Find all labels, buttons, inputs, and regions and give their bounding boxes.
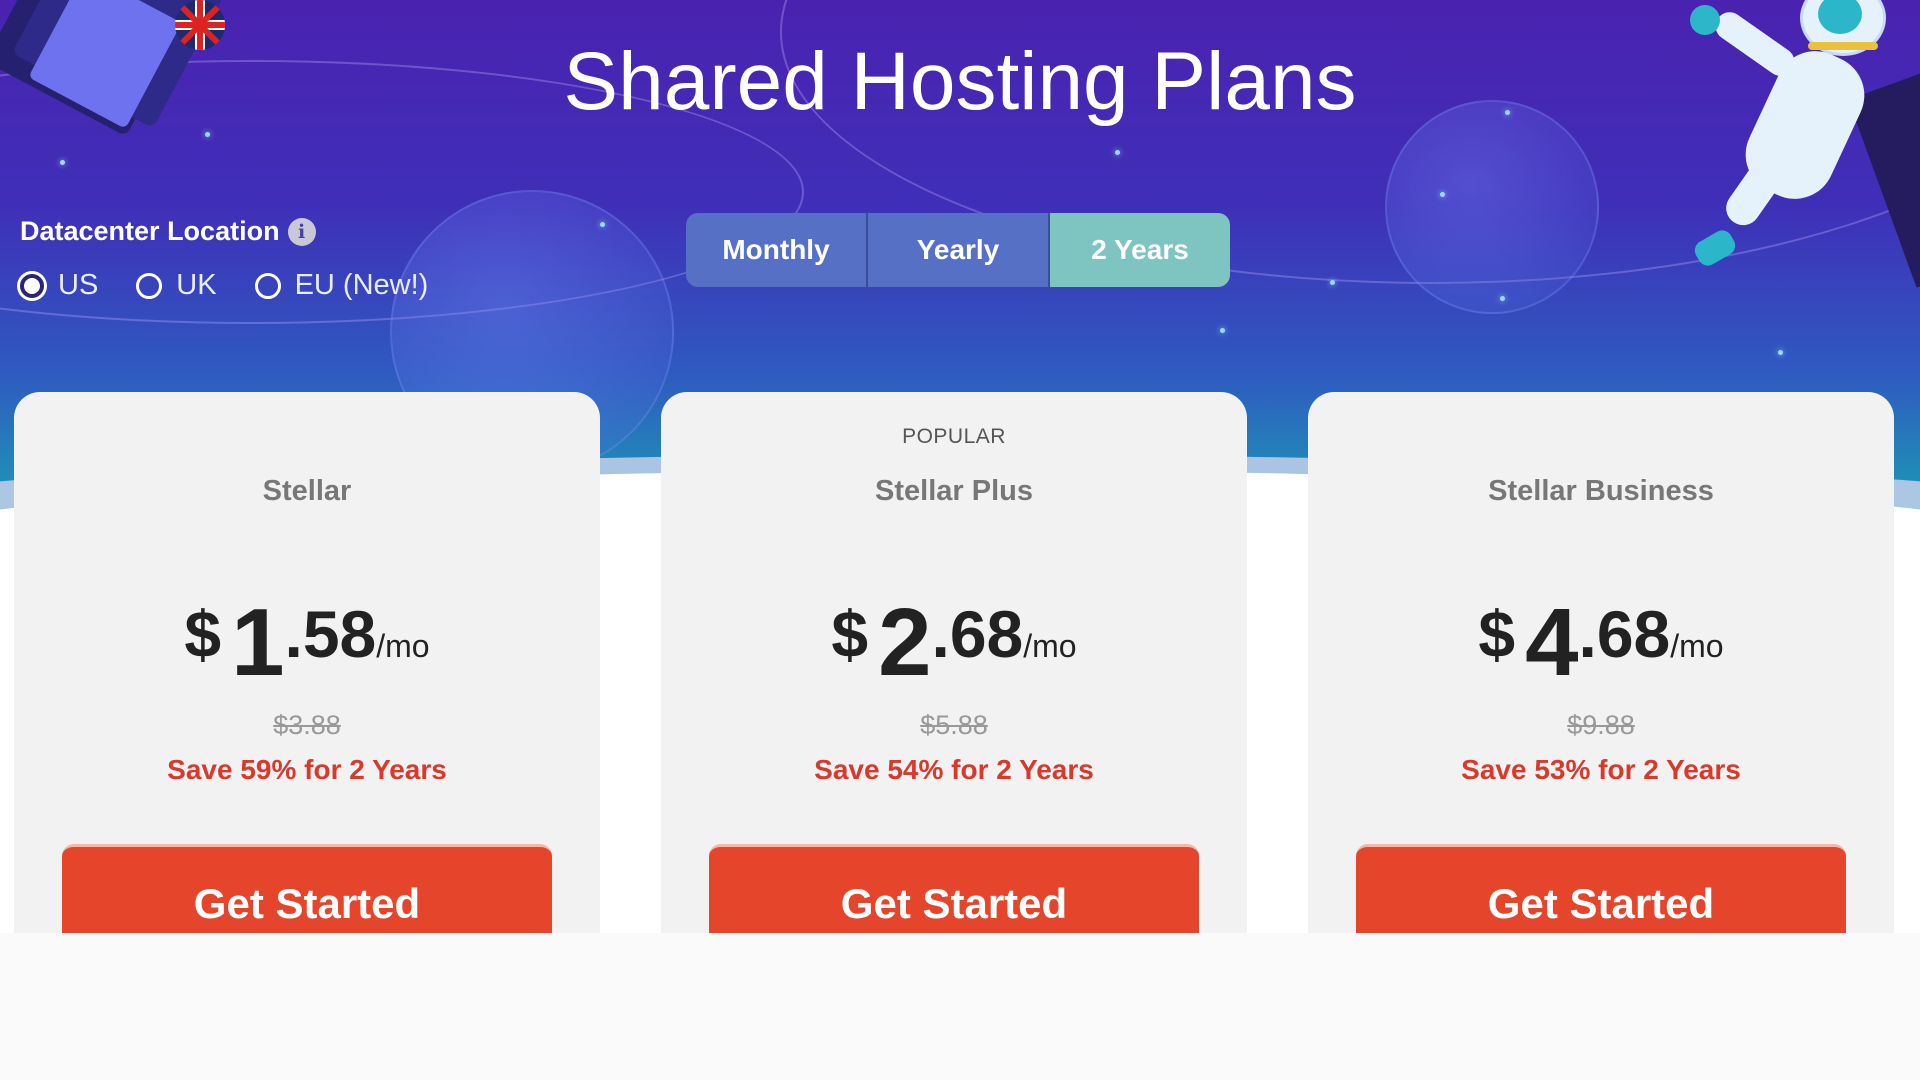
star-decoration bbox=[1778, 350, 1783, 355]
star-decoration bbox=[1500, 296, 1505, 301]
planet-decoration bbox=[1385, 100, 1599, 314]
savings-text: Save 53% for 2 Years bbox=[1461, 754, 1741, 785]
radio-label: EU (New!) bbox=[294, 269, 429, 301]
plan-card-stellar: Stellar $ 1 .58 /mo $3.88 Save 59% for 2… bbox=[14, 392, 600, 933]
datacenter-label: Datacenter Location bbox=[20, 216, 280, 246]
old-price: $3.88 bbox=[273, 710, 341, 740]
savings-text: Save 54% for 2 Years bbox=[814, 754, 1094, 785]
plan-name: Stellar Business bbox=[1488, 475, 1714, 507]
plan-name: Stellar bbox=[262, 475, 352, 507]
radio-uk[interactable]: UK bbox=[136, 269, 217, 302]
price-currency: $ bbox=[1478, 597, 1516, 671]
flag-stripe bbox=[175, 22, 225, 28]
get-started-button[interactable]: Get Started bbox=[62, 844, 552, 933]
datacenter-radio-group: US UK EU (New!) bbox=[20, 269, 428, 302]
star-decoration bbox=[205, 132, 210, 137]
price-currency: $ bbox=[831, 597, 869, 671]
radio-label: US bbox=[58, 269, 99, 301]
price-decimal: .68 bbox=[931, 597, 1024, 671]
page-title: Shared Hosting Plans bbox=[563, 36, 1357, 127]
star-decoration bbox=[1115, 150, 1120, 155]
page-bottom-area bbox=[0, 933, 1920, 1080]
plan-card-stellar-business: Stellar Business $ 4 .68 /mo $9.88 Save … bbox=[1308, 392, 1894, 933]
radio-label: UK bbox=[176, 269, 217, 301]
get-started-button[interactable]: Get Started bbox=[709, 844, 1199, 933]
popular-badge: POPULAR bbox=[902, 425, 1006, 448]
price-decimal: .68 bbox=[1578, 597, 1671, 671]
plan-name: Stellar Plus bbox=[875, 475, 1033, 507]
radio-unchecked-icon[interactable] bbox=[254, 272, 281, 299]
price-unit: /mo bbox=[1670, 628, 1724, 664]
price-integer: 4 bbox=[1525, 589, 1579, 696]
radio-us[interactable]: US bbox=[20, 269, 98, 302]
star-decoration bbox=[1440, 192, 1445, 197]
price-unit: /mo bbox=[376, 628, 430, 664]
get-started-button[interactable]: Get Started bbox=[1356, 844, 1846, 933]
datacenter-location: Datacenter Location i US UK EU (New!) bbox=[20, 216, 428, 302]
radio-unchecked-icon[interactable] bbox=[136, 272, 163, 299]
plan-price: $ 1 .58 /mo bbox=[14, 570, 600, 696]
price-currency: $ bbox=[184, 597, 222, 671]
star-decoration bbox=[1330, 280, 1335, 285]
star-decoration bbox=[600, 222, 605, 227]
info-icon[interactable]: i bbox=[287, 217, 316, 246]
yeti-hand bbox=[1690, 5, 1720, 35]
uk-flag-icon bbox=[175, 0, 225, 50]
tab-yearly[interactable]: Yearly bbox=[866, 213, 1048, 287]
old-price: $5.88 bbox=[920, 710, 988, 740]
tab-monthly[interactable]: Monthly bbox=[686, 213, 866, 287]
billing-period-toggle: Monthly Yearly 2 Years bbox=[686, 213, 1230, 287]
plan-card-stellar-plus: POPULAR Stellar Plus $ 2 .68 /mo $5.88 S… bbox=[661, 392, 1247, 933]
radio-eu[interactable]: EU (New!) bbox=[254, 269, 429, 302]
savings-text: Save 59% for 2 Years bbox=[167, 754, 447, 785]
price-integer: 2 bbox=[878, 589, 932, 696]
price-integer: 1 bbox=[231, 589, 285, 696]
price-decimal: .58 bbox=[284, 597, 377, 671]
yeti-foot bbox=[1691, 226, 1739, 270]
plan-price: $ 4 .68 /mo bbox=[1308, 570, 1894, 696]
radio-checked-icon[interactable] bbox=[20, 273, 44, 298]
star-decoration bbox=[60, 160, 65, 165]
old-price: $9.88 bbox=[1567, 710, 1635, 740]
datacenter-label-row: Datacenter Location i bbox=[20, 216, 428, 247]
star-decoration bbox=[1220, 328, 1225, 333]
plan-price: $ 2 .68 /mo bbox=[661, 570, 1247, 696]
price-unit: /mo bbox=[1023, 628, 1077, 664]
tab-2-years[interactable]: 2 Years bbox=[1048, 213, 1230, 287]
